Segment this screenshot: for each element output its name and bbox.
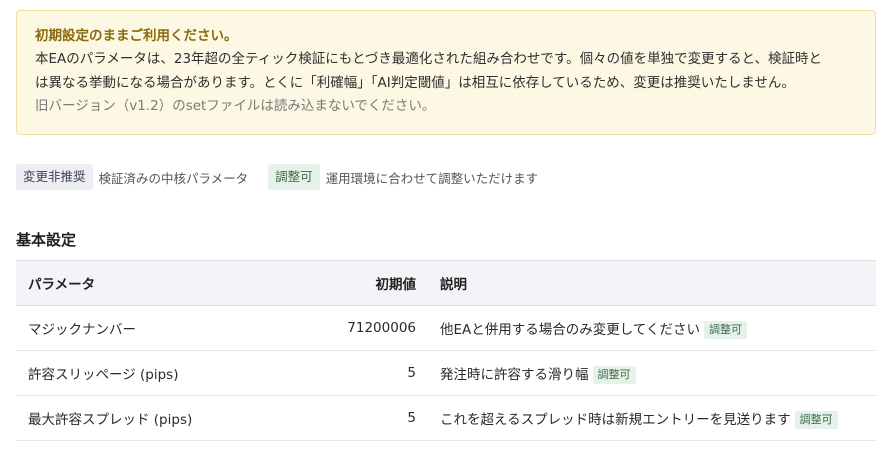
param-desc-cell: 発注時に許容する滑り幅 調整可	[428, 350, 876, 396]
table-row: マジックナンバー 71200006 他EAと併用する場合のみ変更してください 調整…	[16, 305, 876, 351]
adjustable-tag: 調整可	[703, 320, 747, 339]
notice-box: 初期設定のままご利用ください。 本EAのパラメータは、23年超の全ティック検証に…	[16, 10, 876, 135]
notice-body-line-2: は異なる挙動になる場合があります。とくに「利確幅」「AI判定閾値」は相互に依存し…	[35, 74, 795, 91]
adjustable-legend-text: 運用環境に合わせて調整いただけます	[325, 170, 539, 186]
param-desc: 他EAと併用する場合のみ変更してください	[440, 321, 700, 338]
adjustable-tag: 調整可	[794, 410, 838, 429]
param-desc: これを超えるスプレッド時は新規エントリーを見送ります	[440, 411, 791, 428]
fixed-legend-text: 検証済みの中核パラメータ	[98, 170, 249, 186]
fixed-badge: 変更非推奨	[16, 164, 93, 190]
adjustable-tag: 調整可	[592, 365, 636, 384]
param-default: 71200006	[316, 305, 428, 351]
param-name: 最大許容スプレッド (pips)	[16, 395, 316, 441]
param-name: 許容スリッページ (pips)	[16, 350, 316, 396]
param-desc: 発注時に許容する滑り幅	[440, 366, 589, 383]
parameter-table: パラメータ 初期値 説明 マジックナンバー 71200006 他EAと併用する場…	[16, 260, 876, 441]
page: 初期設定のままご利用ください。 本EAのパラメータは、23年超の全ティック検証に…	[0, 0, 889, 456]
adjustable-badge: 調整可	[268, 164, 320, 190]
header-param: パラメータ	[16, 260, 316, 306]
table-header-row: パラメータ 初期値 説明	[16, 260, 876, 306]
param-default: 5	[316, 350, 428, 396]
param-name: マジックナンバー	[16, 305, 316, 351]
table-row: 許容スリッページ (pips) 5 発注時に許容する滑り幅 調整可	[16, 350, 876, 396]
header-desc: 説明	[428, 260, 876, 306]
section-title: 基本設定	[16, 231, 77, 249]
param-desc-cell: 他EAと併用する場合のみ変更してください 調整可	[428, 305, 876, 351]
table-row: 最大許容スプレッド (pips) 5 これを超えるスプレッド時は新規エントリーを…	[16, 395, 876, 441]
header-default: 初期値	[316, 260, 428, 306]
param-desc-cell: これを超えるスプレッド時は新規エントリーを見送ります 調整可	[428, 395, 876, 441]
param-default: 5	[316, 395, 428, 441]
notice-title: 初期設定のままご利用ください。	[35, 28, 238, 44]
notice-note: 旧バージョン（v1.2）のsetファイルは読み込まないでください。	[35, 98, 436, 114]
notice-body-line-1: 本EAのパラメータは、23年超の全ティック検証にもとづき最適化された組み合わせで…	[35, 51, 823, 67]
legend: 変更非推奨 検証済みの中核パラメータ 調整可 運用環境に合わせて調整いただけます	[16, 164, 875, 190]
